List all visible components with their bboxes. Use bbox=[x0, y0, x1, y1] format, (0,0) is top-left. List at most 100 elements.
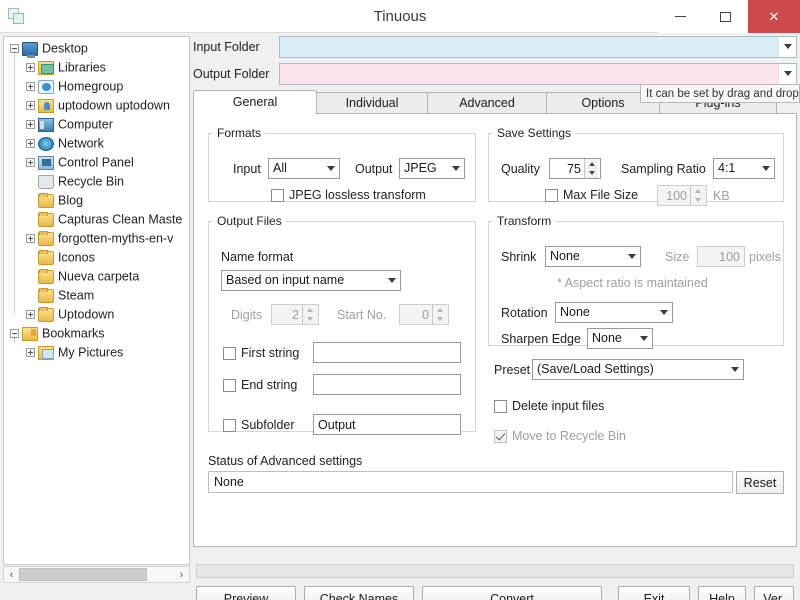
quality-spinner[interactable] bbox=[549, 158, 601, 179]
exit-button[interactable]: Exit bbox=[618, 586, 690, 600]
spinner-up-icon[interactable] bbox=[306, 307, 313, 312]
input-folder-value[interactable] bbox=[280, 36, 778, 57]
rotation-select[interactable]: None bbox=[555, 302, 673, 323]
tree-item-iconos[interactable]: Iconos bbox=[4, 248, 189, 267]
tree-item-my-pictures[interactable]: My Pictures bbox=[4, 343, 189, 362]
shrink-select[interactable]: None bbox=[545, 246, 641, 267]
folder-tree[interactable]: Desktop Libraries Homegroup uptodown uptodo… bbox=[4, 39, 189, 362]
format-input-combobox[interactable]: All bbox=[268, 158, 340, 179]
tree-item-uptodown-uptodown[interactable]: uptodown uptodown bbox=[4, 96, 189, 115]
tree-item-control-panel[interactable]: Control Panel bbox=[4, 153, 189, 172]
quality-input[interactable] bbox=[550, 159, 584, 178]
expand-icon[interactable] bbox=[26, 139, 35, 149]
tree-horizontal-scrollbar[interactable]: ‹ › bbox=[3, 566, 190, 583]
spinner-down-icon[interactable] bbox=[588, 171, 595, 176]
tree-item-recycle-bin[interactable]: Recycle Bin bbox=[4, 172, 189, 191]
spinner-up-icon[interactable] bbox=[694, 188, 701, 193]
expand-icon[interactable] bbox=[26, 234, 35, 244]
convert-button[interactable]: Convert bbox=[422, 586, 602, 600]
tree-item-desktop[interactable]: Desktop bbox=[4, 39, 189, 58]
spinner-down-icon[interactable] bbox=[306, 317, 313, 322]
spinner-down-icon[interactable] bbox=[436, 317, 443, 322]
expand-icon[interactable] bbox=[26, 120, 35, 130]
tree-item-blog[interactable]: Blog bbox=[4, 191, 189, 210]
rotation-combobox[interactable]: None bbox=[555, 302, 673, 323]
first-string-checkbox[interactable]: First string bbox=[223, 346, 299, 360]
max-size-spin-buttons[interactable] bbox=[690, 186, 704, 205]
tree-item-uptodown[interactable]: Uptodown bbox=[4, 305, 189, 324]
expand-icon[interactable] bbox=[26, 63, 35, 73]
start-no-spin-buttons[interactable] bbox=[432, 305, 446, 324]
spinner-up-icon[interactable] bbox=[588, 161, 595, 166]
folder-tree-panel[interactable]: Desktop Libraries Homegroup uptodown uptodo… bbox=[3, 36, 190, 565]
preview-button[interactable]: Preview bbox=[196, 586, 296, 600]
scroll-left-icon[interactable]: ‹ bbox=[4, 567, 19, 582]
format-input-select[interactable]: All bbox=[268, 158, 340, 179]
digits-spin-buttons[interactable] bbox=[302, 305, 316, 324]
scrollbar-thumb[interactable] bbox=[19, 568, 147, 581]
input-folder-dropdown-button[interactable] bbox=[778, 36, 796, 57]
tree-item-homegroup[interactable]: Homegroup bbox=[4, 77, 189, 96]
subfolder-checkbox[interactable]: Subfolder bbox=[223, 418, 295, 432]
help-button[interactable]: Help bbox=[698, 586, 746, 600]
max-file-size-checkbox[interactable]: Max File Size bbox=[545, 188, 638, 202]
tree-item-network[interactable]: Network bbox=[4, 134, 189, 153]
shrink-combobox[interactable]: None bbox=[545, 246, 641, 267]
first-string-input[interactable] bbox=[313, 342, 461, 363]
move-to-recycle-bin-checkbox[interactable]: Move to Recycle Bin bbox=[494, 429, 626, 443]
maximize-button[interactable] bbox=[703, 0, 748, 33]
start-no-input[interactable] bbox=[400, 305, 432, 324]
expand-icon[interactable] bbox=[26, 101, 35, 111]
digits-input[interactable] bbox=[272, 305, 302, 324]
expand-icon[interactable] bbox=[26, 348, 35, 358]
scrollbar-track[interactable] bbox=[147, 568, 174, 581]
tree-item-nueva-carpeta[interactable]: Nueva carpeta bbox=[4, 267, 189, 286]
spinner-up-icon[interactable] bbox=[436, 307, 443, 312]
tab-individual[interactable]: Individual bbox=[316, 92, 428, 114]
name-format-combobox[interactable]: Based on input name bbox=[221, 270, 401, 291]
preset-combobox[interactable]: (Save/Load Settings) bbox=[532, 359, 744, 380]
tab-advanced[interactable]: Advanced bbox=[427, 92, 547, 114]
max-file-size-input[interactable] bbox=[658, 186, 690, 205]
tree-item-forgotten-myths-en-v[interactable]: forgotten-myths-en-v bbox=[4, 229, 189, 248]
reset-button[interactable]: Reset bbox=[736, 471, 784, 494]
output-folder-combobox[interactable] bbox=[279, 62, 797, 85]
sampling-ratio-combobox[interactable]: 4:1 bbox=[713, 158, 775, 179]
jpeg-lossless-checkbox[interactable]: JPEG lossless transform bbox=[271, 188, 426, 202]
tree-item-computer[interactable]: Computer bbox=[4, 115, 189, 134]
sampling-ratio-select[interactable]: 4:1 bbox=[713, 158, 775, 179]
expand-icon[interactable] bbox=[26, 158, 35, 168]
check-names-button[interactable]: Check Names bbox=[304, 586, 414, 600]
size-input[interactable] bbox=[697, 246, 745, 267]
scroll-right-icon[interactable]: › bbox=[174, 567, 189, 582]
subfolder-input[interactable] bbox=[313, 414, 461, 435]
input-folder-combobox[interactable] bbox=[279, 35, 797, 58]
end-string-input[interactable] bbox=[313, 374, 461, 395]
expand-icon[interactable] bbox=[26, 310, 35, 320]
digits-spinner[interactable] bbox=[271, 304, 319, 325]
sharpen-edge-combobox[interactable]: None bbox=[587, 328, 653, 349]
format-output-select[interactable]: JPEG bbox=[399, 158, 465, 179]
start-no-spinner[interactable] bbox=[399, 304, 449, 325]
spinner-down-icon[interactable] bbox=[694, 198, 701, 203]
end-string-checkbox[interactable]: End string bbox=[223, 378, 297, 392]
close-button[interactable]: ✕ bbox=[748, 0, 800, 33]
preset-select[interactable]: (Save/Load Settings) bbox=[532, 359, 744, 380]
max-file-size-spinner[interactable] bbox=[657, 185, 707, 206]
tree-item-capturas-clean-maste[interactable]: Capturas Clean Maste bbox=[4, 210, 189, 229]
format-output-combobox[interactable]: JPEG bbox=[399, 158, 465, 179]
expand-icon[interactable] bbox=[26, 82, 35, 92]
tree-item-steam[interactable]: Steam bbox=[4, 286, 189, 305]
sharpen-edge-select[interactable]: None bbox=[587, 328, 653, 349]
output-folder-value[interactable] bbox=[280, 63, 778, 84]
output-folder-dropdown-button[interactable] bbox=[778, 63, 796, 84]
format-input-label: Input bbox=[233, 162, 261, 176]
tree-item-libraries[interactable]: Libraries bbox=[4, 58, 189, 77]
quality-spin-buttons[interactable] bbox=[584, 159, 598, 178]
tab-general[interactable]: General bbox=[193, 90, 317, 114]
minimize-button[interactable] bbox=[658, 0, 703, 33]
name-format-select[interactable]: Based on input name bbox=[221, 270, 401, 291]
version-button[interactable]: Ver. bbox=[754, 586, 794, 600]
tree-item-bookmarks[interactable]: Bookmarks bbox=[4, 324, 189, 343]
delete-input-files-checkbox[interactable]: Delete input files bbox=[494, 399, 604, 413]
